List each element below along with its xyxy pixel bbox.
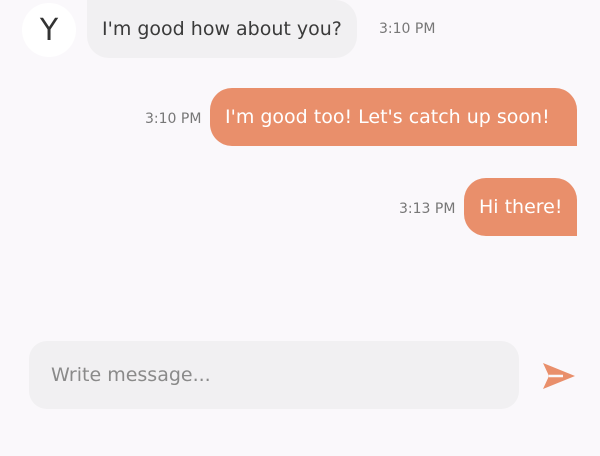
message-bubble-outgoing[interactable]: I'm good too! Let's catch up soon! <box>210 88 577 146</box>
message-bubble-outgoing[interactable]: Hi there! <box>464 178 577 236</box>
send-button[interactable] <box>538 356 580 396</box>
send-icon <box>543 363 575 389</box>
message-text: I'm good how about you? <box>102 18 342 40</box>
message-input[interactable] <box>29 341 519 409</box>
message-bubble-incoming[interactable]: I'm good how about you? <box>87 0 357 58</box>
message-text: I'm good too! Let's catch up soon! <box>225 106 550 128</box>
message-timestamp: 3:13 PM <box>399 201 456 217</box>
contact-avatar[interactable]: Y <box>22 3 76 57</box>
avatar-letter: Y <box>39 12 59 48</box>
message-timestamp: 3:10 PM <box>379 21 436 37</box>
message-text: Hi there! <box>479 196 563 218</box>
message-timestamp: 3:10 PM <box>145 111 202 127</box>
